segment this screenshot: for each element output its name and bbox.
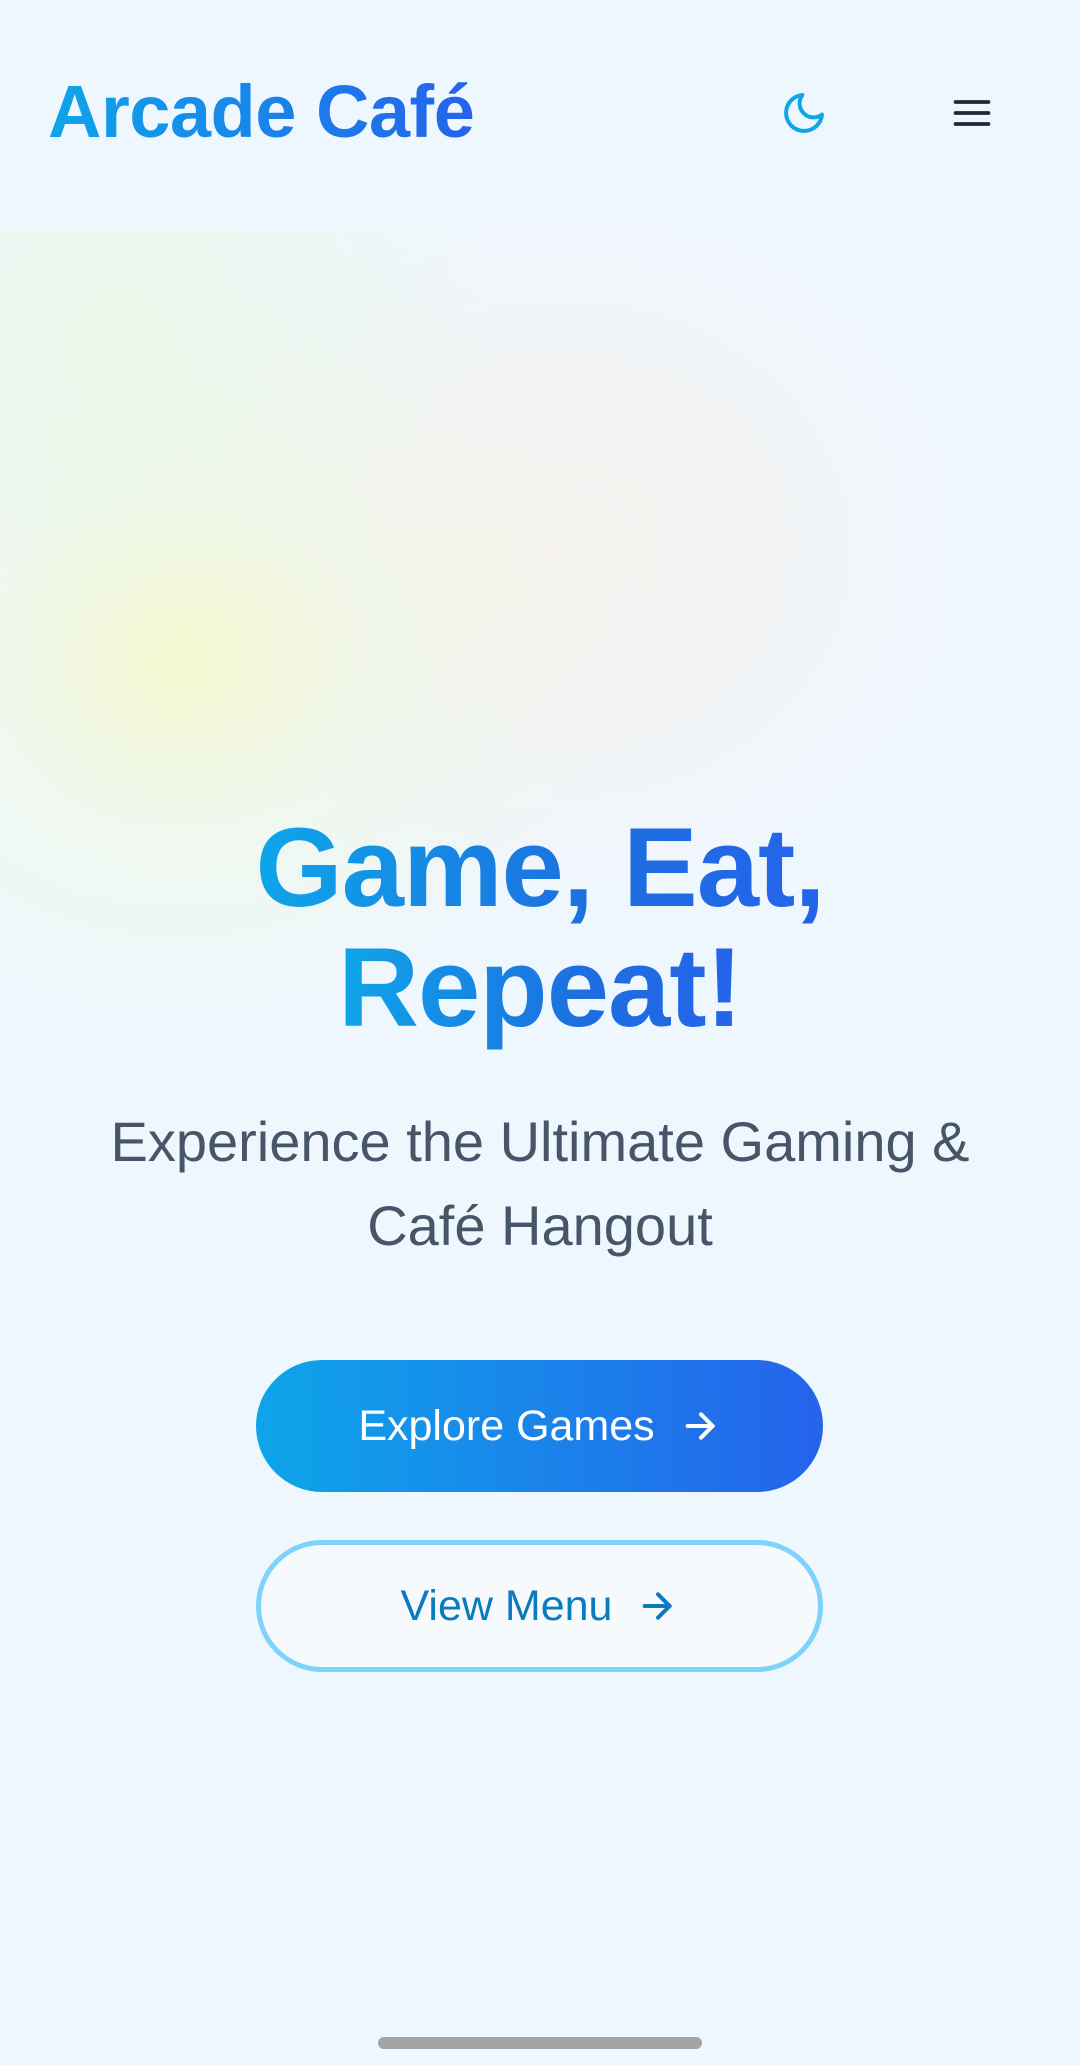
theme-toggle-button[interactable]: [768, 77, 840, 149]
app-header: Arcade Café: [0, 0, 1080, 230]
view-menu-label: View Menu: [400, 1581, 613, 1630]
hero-headline: Game, Eat, Repeat!: [0, 808, 1080, 1048]
hamburger-menu-icon: [953, 100, 991, 126]
arrow-right-icon: [643, 1592, 673, 1620]
explore-games-button[interactable]: Explore Games: [256, 1360, 823, 1492]
view-menu-button[interactable]: View Menu: [256, 1540, 823, 1672]
menu-button[interactable]: [936, 77, 1008, 149]
arrow-right-icon: [685, 1412, 715, 1440]
subtitle-line-2: Café Hangout: [367, 1194, 713, 1257]
headline-line-1: Game, Eat,: [255, 805, 826, 930]
hero-subtitle: Experience the Ultimate Gaming & Café Ha…: [40, 1100, 1040, 1268]
hero-section: Game, Eat, Repeat! Experience the Ultima…: [0, 230, 1080, 2065]
moon-icon: [784, 93, 824, 133]
home-indicator[interactable]: [378, 2037, 702, 2049]
explore-games-label: Explore Games: [358, 1401, 655, 1450]
headline-line-2: Repeat!: [338, 925, 743, 1050]
page: Arcade Café Game, Eat, Repeat! Experienc…: [0, 0, 1080, 2065]
subtitle-line-1: Experience the Ultimate Gaming &: [110, 1110, 970, 1173]
brand-logo[interactable]: Arcade Café: [48, 68, 475, 156]
